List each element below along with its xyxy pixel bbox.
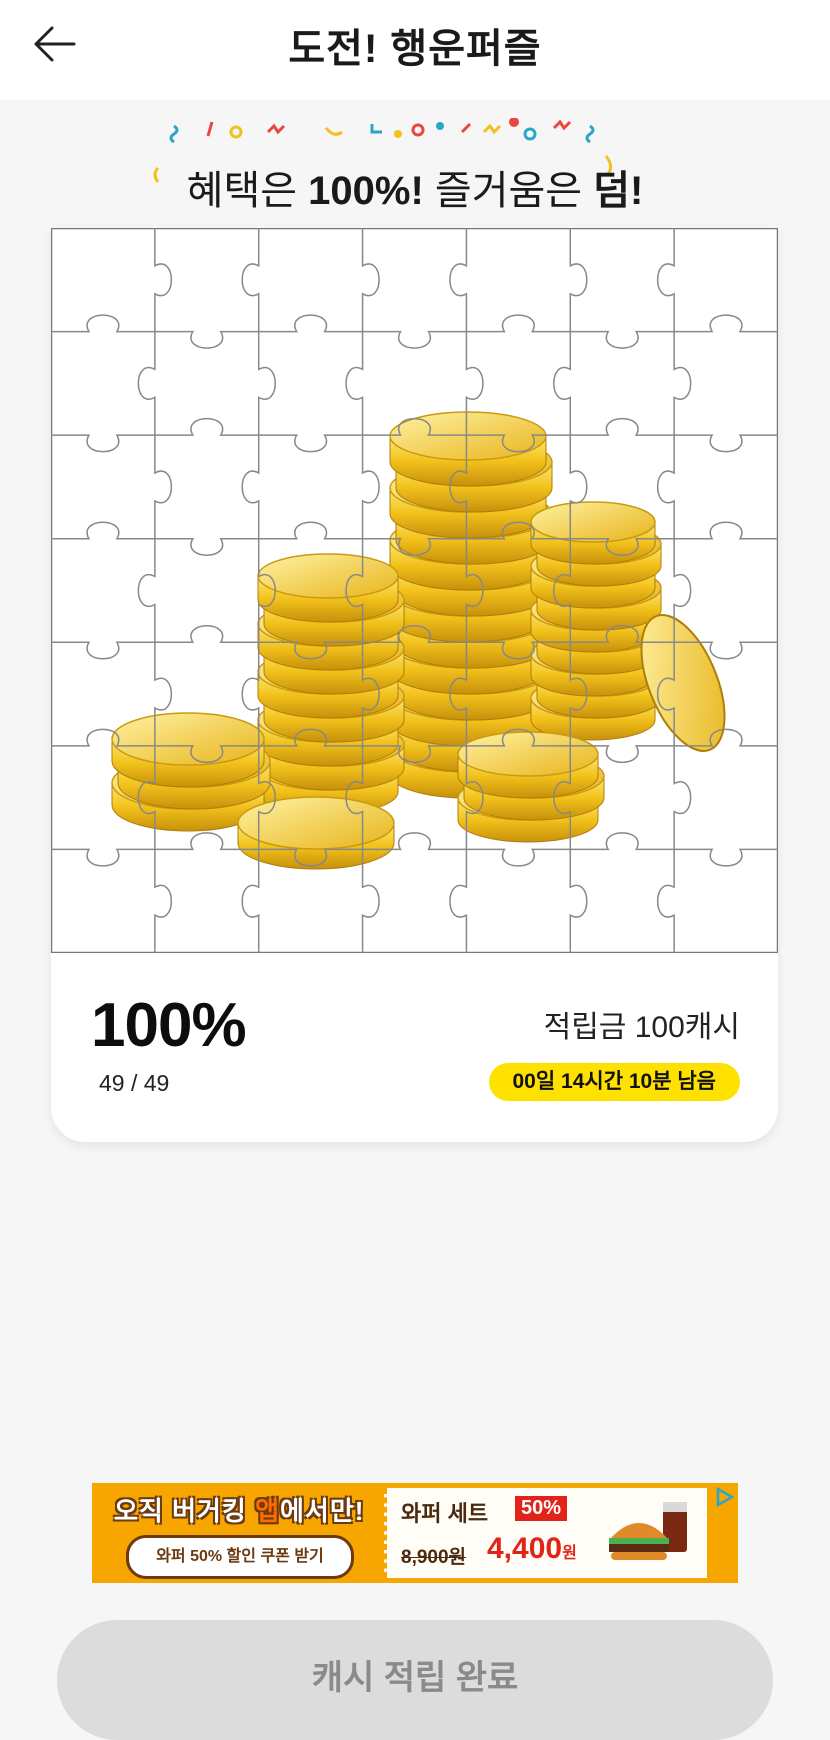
puzzle-image — [51, 228, 778, 953]
coin — [530, 501, 656, 565]
promo-banner: 혜택은 100%! 즐거움은 덤! — [150, 118, 680, 214]
coin — [111, 712, 265, 788]
page-title: 도전! 행운퍼즐 — [288, 27, 542, 71]
puzzle-col-line — [657, 228, 692, 953]
coin — [257, 553, 399, 623]
reward-amount: 적립금 100캐시 — [543, 1011, 740, 1044]
coin — [457, 731, 599, 799]
puzzle-board[interactable] — [51, 228, 778, 953]
puzzle-card: 100% 49 / 49 적립금 100캐시 00일 14시간 10분 남음 — [51, 228, 778, 1142]
time-remaining-badge: 00일 14시간 10분 남음 — [488, 1063, 740, 1101]
ad-coupon-button[interactable]: 와퍼 50% 할인 쿠폰 받기 — [126, 1535, 354, 1579]
coin — [237, 796, 395, 870]
puzzle-row-line — [51, 314, 778, 349]
coin-stacks — [111, 411, 726, 870]
burger-icon — [609, 1502, 687, 1560]
ad-banner[interactable]: 오직 버거킹 앱에서만! 와퍼 50% 할인 쿠폰 받기 와퍼 세트 50% 8… — [92, 1483, 738, 1583]
ad-new-price: 4,400원 — [487, 1532, 577, 1565]
completion-percent: 100% — [91, 991, 247, 1060]
app-header: 도전! 행운퍼즐 — [0, 0, 830, 100]
ad-offer-ticket: 와퍼 세트 50% 8,900원 4,400원 — [384, 1488, 707, 1578]
ad-discount-badge: 50% — [515, 1496, 568, 1521]
cash-complete-label: 캐시 적립 완료 — [311, 1659, 519, 1697]
piece-count: 49 / 49 — [99, 1070, 170, 1096]
coin — [389, 411, 547, 487]
ad-choices-icon[interactable] — [713, 1486, 735, 1508]
puzzle-col-line — [137, 228, 172, 953]
cash-complete-button[interactable]: 캐시 적립 완료 — [57, 1620, 773, 1740]
puzzle-row-line — [51, 832, 778, 867]
banner-headline: 혜택은 100%! 즐거움은 덤! — [186, 169, 644, 213]
ad-set-title: 와퍼 세트 — [401, 1501, 489, 1526]
ad-headline: 오직 버거킹 앱에서만! — [114, 1496, 365, 1526]
ad-old-price: 8,900원 — [401, 1547, 467, 1568]
